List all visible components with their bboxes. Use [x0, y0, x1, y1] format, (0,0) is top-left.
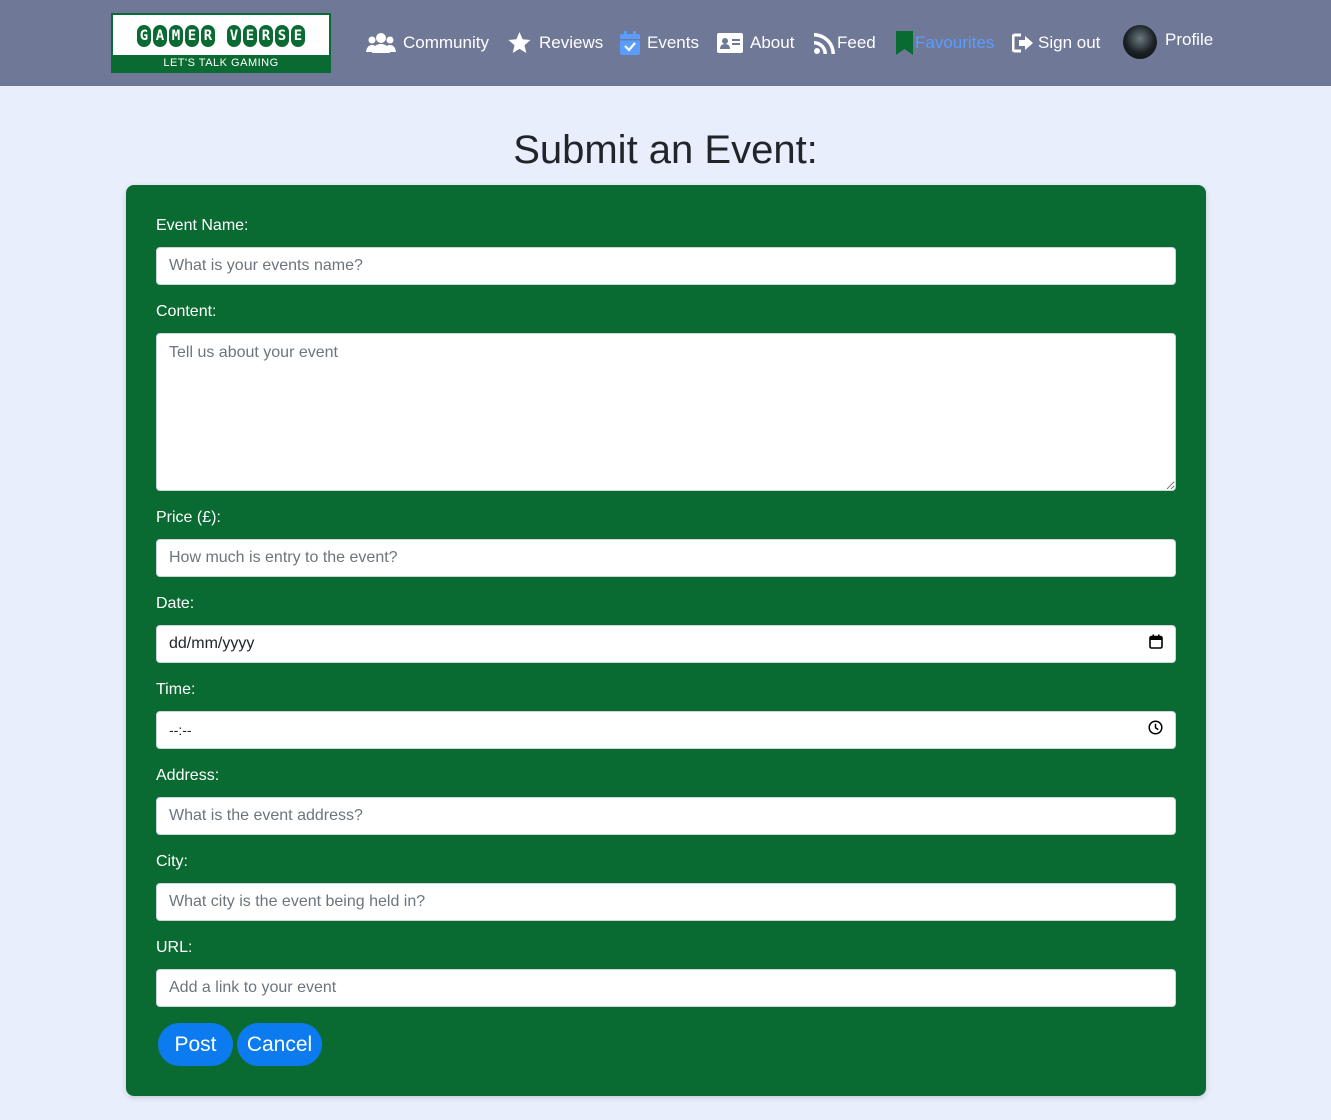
- gamerverse-logo[interactable]: G A M E R V E R S E LET'S TALK GAMING: [111, 13, 331, 73]
- logo-letter: R: [259, 25, 273, 47]
- logo-letter: E: [243, 25, 257, 47]
- price-label: Price (£):: [156, 509, 221, 526]
- logo-letter: G: [137, 25, 151, 47]
- city-label: City:: [156, 853, 188, 870]
- url-label: URL:: [156, 939, 193, 956]
- nav-favourites[interactable]: Favourites: [896, 28, 994, 58]
- nav-profile-label: Profile: [1165, 30, 1214, 49]
- nav-profile[interactable]: Profile: [1123, 24, 1213, 60]
- logo-tagline: LET'S TALK GAMING: [113, 55, 329, 71]
- nav-about-label: About: [750, 33, 795, 52]
- cancel-button[interactable]: Cancel: [237, 1023, 322, 1066]
- star-icon: [507, 31, 532, 55]
- nav-feed[interactable]: Feed: [814, 28, 876, 58]
- nav-community-label: Community: [403, 33, 489, 52]
- nav-sign-out-label: Sign out: [1038, 33, 1101, 52]
- rss-icon: [814, 32, 835, 54]
- clock-icon[interactable]: [1148, 720, 1163, 740]
- logo-wordmark: G A M E R V E R S E: [123, 23, 319, 49]
- logo-letter: S: [275, 25, 289, 47]
- city-input[interactable]: [156, 883, 1176, 921]
- nav-reviews[interactable]: Reviews: [507, 28, 603, 58]
- sign-out-icon: [1012, 33, 1034, 53]
- avatar: [1123, 25, 1157, 59]
- nav-events-label: Events: [647, 33, 699, 52]
- nav-reviews-label: Reviews: [539, 33, 604, 52]
- content-label: Content:: [156, 303, 217, 320]
- event-form: Event Name: Content: Price (£): Date: dd…: [126, 185, 1206, 1096]
- url-input[interactable]: [156, 969, 1176, 1007]
- nav-sign-out[interactable]: Sign out: [1012, 28, 1100, 58]
- date-input[interactable]: dd/mm/yyyy: [156, 625, 1176, 663]
- nav-events[interactable]: Events: [620, 28, 699, 58]
- logo-letter: M: [169, 25, 183, 47]
- event-name-input[interactable]: [156, 247, 1176, 285]
- bookmark-icon: [896, 31, 913, 55]
- date-value: dd/mm/yyyy: [169, 635, 255, 652]
- page-title: Submit an Event:: [513, 128, 818, 172]
- nav-community[interactable]: Community: [366, 28, 489, 58]
- post-button[interactable]: Post: [158, 1023, 233, 1066]
- time-value: --:--: [169, 722, 192, 738]
- time-input[interactable]: --:--: [156, 711, 1176, 749]
- nav-about[interactable]: About: [717, 28, 794, 58]
- logo-letter: R: [201, 25, 215, 47]
- content-textarea[interactable]: [156, 333, 1176, 491]
- id-card-icon: [717, 33, 743, 53]
- event-name-label: Event Name:: [156, 217, 249, 234]
- time-label: Time:: [156, 681, 196, 698]
- address-input[interactable]: [156, 797, 1176, 835]
- date-label: Date:: [156, 595, 195, 612]
- navbar: G A M E R V E R S E LET'S TALK GAMING Co…: [0, 0, 1331, 86]
- calendar-check-icon: [620, 31, 640, 55]
- price-input[interactable]: [156, 539, 1176, 577]
- nav-favourites-label: Favourites: [915, 33, 995, 52]
- address-label: Address:: [156, 767, 220, 784]
- nav-feed-label: Feed: [837, 33, 876, 52]
- calendar-icon[interactable]: [1149, 634, 1163, 654]
- users-icon: [366, 32, 396, 54]
- logo-letter: A: [153, 25, 167, 47]
- logo-letter: E: [291, 25, 305, 47]
- logo-letter: V: [227, 25, 241, 47]
- logo-letter: E: [185, 25, 199, 47]
